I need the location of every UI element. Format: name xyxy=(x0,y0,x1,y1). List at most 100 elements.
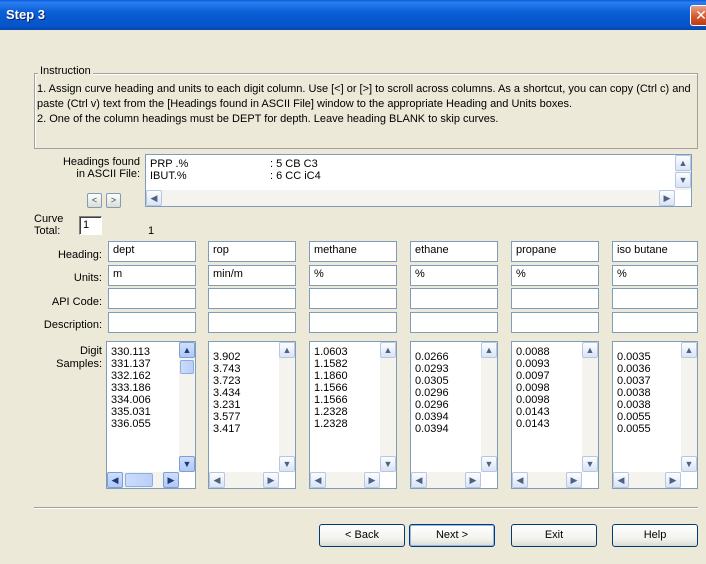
api-code-input-6[interactable] xyxy=(612,288,698,309)
description-input-6[interactable] xyxy=(612,312,698,333)
units-label: Units: xyxy=(73,272,102,284)
samples-vscroll-1[interactable]: ▲ ▼ xyxy=(179,342,195,472)
samples-vscroll-3[interactable]: ▲ ▼ xyxy=(380,342,396,472)
scroll-right-icon[interactable]: ▶ xyxy=(665,472,681,488)
samples-hscroll-1[interactable]: ◀ ▶ xyxy=(107,472,179,488)
headings-found-textbox[interactable]: PRP .%: 5 CB C3 IBUT.%: 6 CC iC4 ▲ ▼ ◀ ▶ xyxy=(145,154,692,207)
api-code-input-1[interactable] xyxy=(108,288,196,309)
description-input-2[interactable] xyxy=(208,312,296,333)
samples-hscroll-6[interactable]: ◀ ▶ xyxy=(613,472,681,488)
description-input-3[interactable] xyxy=(309,312,397,333)
back-button[interactable]: < Back xyxy=(319,524,405,547)
scroll-left-icon[interactable]: ◀ xyxy=(107,472,123,488)
heading-label: Heading: xyxy=(57,249,102,261)
samples-values: 0.0088 0.0093 0.0097 0.0098 0.0098 0.0143 0.01… xyxy=(516,346,550,430)
samples-list-2[interactable]: 3.902 3.743 3.723 3.434 3.231 3.577 3.417 ▲ ▼ … xyxy=(208,341,296,489)
samples-vscroll-2[interactable]: ▲ ▼ xyxy=(279,342,295,472)
scroll-left-icon[interactable]: ◀ xyxy=(209,472,225,488)
heading-input-5[interactable]: propane xyxy=(511,241,599,262)
samples-vscroll-6[interactable]: ▲ ▼ xyxy=(681,342,697,472)
close-button[interactable]: ✕ xyxy=(690,5,706,26)
exit-button[interactable]: Exit xyxy=(511,524,597,547)
scroll-right-icon[interactable]: ▶ xyxy=(659,190,675,206)
heading-input-6[interactable]: iso butane xyxy=(612,241,698,262)
scroll-up-icon[interactable]: ▲ xyxy=(582,342,598,358)
scroll-thumb[interactable] xyxy=(125,473,153,487)
scroll-left-icon[interactable]: ◀ xyxy=(411,472,427,488)
units-input-2[interactable]: min/m xyxy=(208,265,296,286)
description-input-5[interactable] xyxy=(511,312,599,333)
instruction-line-2: 2. One of the column headings must be DE… xyxy=(37,113,499,125)
samples-values: 1.0603 1.1582 1.1860 1.1566 1.1566 1.2328 1.23… xyxy=(314,346,348,430)
scroll-right-icon[interactable]: ▶ xyxy=(566,472,582,488)
title-bar: Step 3 ✕ xyxy=(0,0,706,30)
instruction-text: 1. Assign curve heading and units to eac… xyxy=(37,82,695,127)
scroll-left-icon[interactable]: ◀ xyxy=(512,472,528,488)
scroll-right-icon[interactable]: ▶ xyxy=(163,472,179,488)
samples-hscroll-5[interactable]: ◀ ▶ xyxy=(512,472,582,488)
samples-list-6[interactable]: 0.0035 0.0036 0.0037 0.0038 0.0038 0.0055 0.00… xyxy=(612,341,698,489)
scroll-down-icon[interactable]: ▼ xyxy=(179,456,195,472)
scroll-up-icon[interactable]: ▲ xyxy=(179,342,195,358)
units-input-1[interactable]: m xyxy=(108,265,196,286)
scroll-columns-left-button[interactable]: < xyxy=(87,193,102,208)
scroll-down-icon[interactable]: ▼ xyxy=(681,456,697,472)
scroll-thumb[interactable] xyxy=(180,360,194,374)
samples-list-4[interactable]: 0.0266 0.0293 0.0305 0.0296 0.0296 0.0394 0.03… xyxy=(410,341,498,489)
scroll-columns-right-button[interactable]: > xyxy=(106,193,121,208)
scroll-right-icon[interactable]: ▶ xyxy=(263,472,279,488)
headings-found-label: Headings found in ASCII File: xyxy=(62,156,140,180)
units-input-3[interactable]: % xyxy=(309,265,397,286)
api-code-input-2[interactable] xyxy=(208,288,296,309)
samples-values: 0.0266 0.0293 0.0305 0.0296 0.0296 0.0394 0.03… xyxy=(415,351,449,435)
scroll-up-icon[interactable]: ▲ xyxy=(681,342,697,358)
description-input-1[interactable] xyxy=(108,312,196,333)
samples-hscroll-2[interactable]: ◀ ▶ xyxy=(209,472,279,488)
samples-values: 3.902 3.743 3.723 3.434 3.231 3.577 3.417 xyxy=(213,351,241,435)
samples-list-1[interactable]: 330.113 331.137 332.162 333.186 334.006 335.0… xyxy=(106,341,196,489)
scroll-right-icon[interactable]: ▶ xyxy=(465,472,481,488)
instruction-legend: Instruction xyxy=(38,65,93,77)
scroll-left-icon[interactable]: ◀ xyxy=(146,190,162,206)
units-input-6[interactable]: % xyxy=(612,265,698,286)
api-code-input-5[interactable] xyxy=(511,288,599,309)
digit-samples-label: Digit Samples: xyxy=(56,345,102,370)
scroll-down-icon[interactable]: ▼ xyxy=(279,456,295,472)
description-label: Description: xyxy=(43,319,102,331)
instruction-line-1: 1. Assign curve heading and units to eac… xyxy=(37,83,691,110)
headings-vscroll[interactable]: ▲ ▼ xyxy=(675,155,691,190)
scroll-right-icon[interactable]: ▶ xyxy=(364,472,380,488)
scroll-left-icon[interactable]: ◀ xyxy=(613,472,629,488)
scroll-left-icon[interactable]: ◀ xyxy=(310,472,326,488)
api-code-input-4[interactable] xyxy=(410,288,498,309)
api-code-label: API Code: xyxy=(51,296,102,308)
scroll-down-icon[interactable]: ▼ xyxy=(481,456,497,472)
curve-total-label: Curve Total: xyxy=(34,213,64,237)
samples-vscroll-5[interactable]: ▲ ▼ xyxy=(582,342,598,472)
units-input-4[interactable]: % xyxy=(410,265,498,286)
scroll-down-icon[interactable]: ▼ xyxy=(675,172,691,188)
heading-input-3[interactable]: methane xyxy=(309,241,397,262)
api-code-input-3[interactable] xyxy=(309,288,397,309)
samples-vscroll-4[interactable]: ▲ ▼ xyxy=(481,342,497,472)
next-button[interactable]: Next > xyxy=(409,524,495,547)
samples-values: 330.113 331.137 332.162 333.186 334.006 335.0… xyxy=(111,346,151,430)
scroll-down-icon[interactable]: ▼ xyxy=(380,456,396,472)
samples-hscroll-3[interactable]: ◀ ▶ xyxy=(310,472,380,488)
heading-input-4[interactable]: ethane xyxy=(410,241,498,262)
units-input-5[interactable]: % xyxy=(511,265,599,286)
headings-hscroll[interactable]: ◀ ▶ xyxy=(146,190,675,206)
description-input-4[interactable] xyxy=(410,312,498,333)
help-button[interactable]: Help xyxy=(612,524,698,547)
scroll-down-icon[interactable]: ▼ xyxy=(582,456,598,472)
scroll-up-icon[interactable]: ▲ xyxy=(675,155,691,171)
heading-input-2[interactable]: rop xyxy=(208,241,296,262)
scroll-up-icon[interactable]: ▲ xyxy=(279,342,295,358)
scroll-up-icon[interactable]: ▲ xyxy=(481,342,497,358)
window-title: Step 3 xyxy=(6,7,46,22)
samples-list-3[interactable]: 1.0603 1.1582 1.1860 1.1566 1.1566 1.2328 1.23… xyxy=(309,341,397,489)
scroll-up-icon[interactable]: ▲ xyxy=(380,342,396,358)
samples-list-5[interactable]: 0.0088 0.0093 0.0097 0.0098 0.0098 0.0143 0.01… xyxy=(511,341,599,489)
heading-input-1[interactable]: dept xyxy=(108,241,196,262)
samples-hscroll-4[interactable]: ◀ ▶ xyxy=(411,472,481,488)
